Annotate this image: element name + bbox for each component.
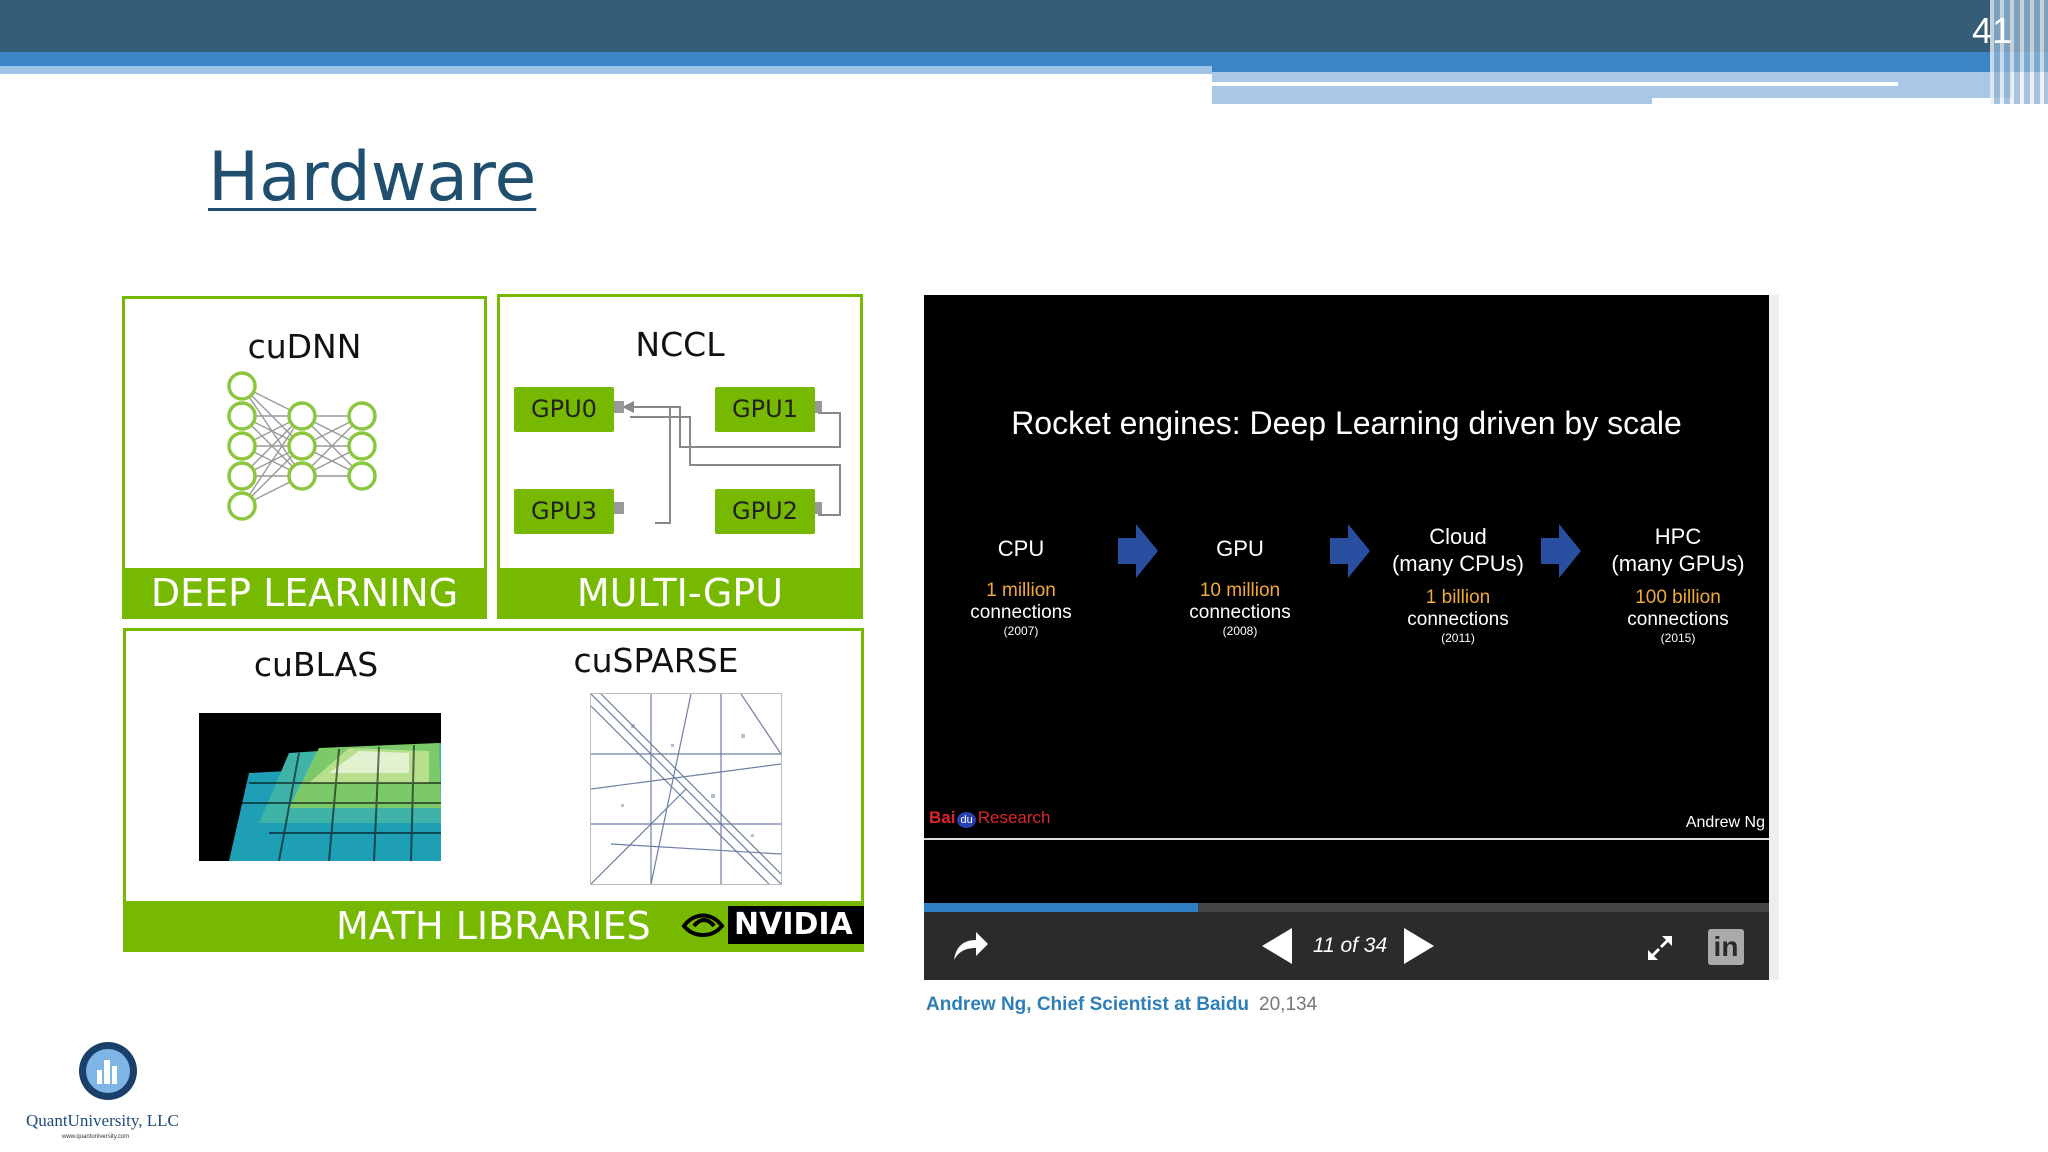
stage-cpu: CPU 1 million connections (2007) xyxy=(936,535,1106,638)
stage-year: (2011) xyxy=(1441,631,1475,645)
company-name: QuantUniversity, LLC xyxy=(26,1111,179,1130)
stage-name: Cloud xyxy=(1429,524,1487,549)
gpu2-label: GPU2 xyxy=(732,497,798,525)
player-edge xyxy=(1769,295,1779,980)
quantuniversity-logo-icon xyxy=(79,1042,137,1100)
neural-network-icon xyxy=(227,371,377,521)
header-bar xyxy=(0,0,2048,52)
header-gap xyxy=(0,74,1212,104)
stage-name: GPU xyxy=(1216,536,1264,561)
math-libraries-banner: MATH LIBRARIES NVIDIA xyxy=(126,901,864,949)
baidu-paw-icon: du xyxy=(957,812,976,828)
sparse-matrix-image xyxy=(590,693,782,885)
gpu3-chip: GPU3 xyxy=(514,489,614,534)
stage-year: (2007) xyxy=(1003,624,1039,638)
slide-divider xyxy=(924,838,1769,840)
fullscreen-icon[interactable] xyxy=(1648,936,1672,960)
slide-number: 41 xyxy=(1971,10,2012,51)
linkedin-glyph: in xyxy=(1713,931,1739,962)
next-slide-icon[interactable] xyxy=(1402,928,1434,964)
stage-subtitle: (many CPUs) xyxy=(1391,551,1524,576)
multi-gpu-banner: MULTI-GPU xyxy=(500,568,860,616)
stage-unit: connections xyxy=(1407,609,1509,630)
stage-connections: 1 billion xyxy=(1425,587,1491,608)
stage-name: CPU xyxy=(997,536,1045,561)
nvidia-logo: NVIDIA xyxy=(678,906,864,944)
nccl-title: NCCL xyxy=(635,325,725,364)
cudnn-title: cuDNN xyxy=(247,327,362,366)
baidu-research-logo: Bai du Research xyxy=(929,808,1050,828)
header-stripe-light xyxy=(0,66,1212,74)
stage-year: (2008) xyxy=(1222,624,1258,638)
baidu-bai: Bai xyxy=(929,808,956,827)
player-caption: Andrew Ng, Chief Scientist at Baidu 20,13… xyxy=(926,994,1317,1016)
stage-unit: connections xyxy=(1189,602,1291,623)
stage-unit: connections xyxy=(970,602,1072,623)
view-count: 20,134 xyxy=(1259,994,1318,1015)
stage-connections: 100 billion xyxy=(1635,587,1721,608)
company-url: www.quantuniversity.com xyxy=(62,1134,130,1140)
stage-subtitle: (many GPUs) xyxy=(1611,551,1745,576)
baidu-research: Research xyxy=(977,808,1051,827)
presentation-link[interactable]: Andrew Ng, Chief Scientist at Baidu xyxy=(926,994,1249,1015)
stage-connections: 10 million xyxy=(1199,580,1281,601)
arrow-right-icon xyxy=(1330,524,1370,578)
stage-cloud: Cloud (many CPUs) 1 billion connections … xyxy=(1373,523,1543,645)
cublas-title: cuBLAS xyxy=(253,645,379,684)
slide-title: Hardware xyxy=(208,138,537,217)
stage-gpu: GPU 10 million connections (2008) xyxy=(1155,535,1325,638)
stage-hpc: HPC (many GPUs) 100 billion connections … xyxy=(1593,523,1763,645)
gpu2-chip: GPU2 xyxy=(715,489,815,534)
cublas-blocks-image xyxy=(199,713,441,861)
share-icon[interactable] xyxy=(950,928,990,964)
cudnn-tile: cuDNN DEEP LEARNING xyxy=(122,296,487,619)
stage-unit: connections xyxy=(1627,609,1729,630)
gpu1-chip: GPU1 xyxy=(715,387,815,432)
arrow-right-icon xyxy=(1118,524,1158,578)
gpu3-label: GPU3 xyxy=(531,497,597,525)
gpu1-label: GPU1 xyxy=(732,395,798,423)
stage-name: HPC xyxy=(1654,524,1702,549)
slide-author: Andrew Ng xyxy=(1685,814,1765,831)
gpu0-chip: GPU0 xyxy=(514,387,614,432)
embedded-slide-title: Rocket engines: Deep Learning driven by … xyxy=(1011,405,1682,441)
arrow-right-icon xyxy=(1541,524,1581,578)
stage-year: (2015) xyxy=(1660,631,1696,645)
slide-counter: 11 of 34 xyxy=(1312,934,1388,957)
nvidia-eye-icon xyxy=(678,906,728,944)
header-line-right-2 xyxy=(1652,98,2012,104)
deep-learning-banner: DEEP LEARNING xyxy=(125,568,484,616)
math-libraries-label: MATH LIBRARIES xyxy=(336,904,651,948)
math-libraries-tile: cuBLAS cuSPARSE MATH LIBRARIES NVIDIA xyxy=(123,628,864,952)
nccl-tile: NCCL GPU0 GPU1 GPU3 GPU2 MULTI-GPU xyxy=(497,294,863,619)
cusparse-title: cuSPARSE xyxy=(573,641,739,680)
stage-connections: 1 million xyxy=(986,580,1056,601)
progress-fill xyxy=(924,903,1198,912)
previous-slide-icon[interactable] xyxy=(1262,928,1294,964)
progress-track[interactable] xyxy=(924,903,1769,912)
gpu0-label: GPU0 xyxy=(531,395,597,423)
nvidia-wordmark: NVIDIA xyxy=(734,907,853,942)
linkedin-icon[interactable]: in xyxy=(1708,929,1744,965)
header-line-right xyxy=(1212,82,1898,86)
